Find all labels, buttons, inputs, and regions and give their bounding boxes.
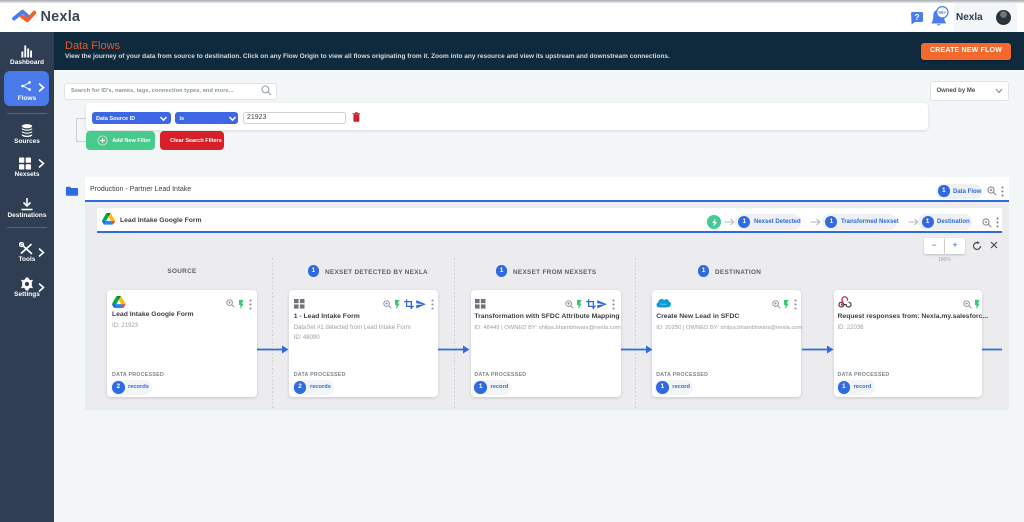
svg-text:?: ? — [914, 12, 919, 22]
svg-text:99+: 99+ — [938, 10, 946, 16]
